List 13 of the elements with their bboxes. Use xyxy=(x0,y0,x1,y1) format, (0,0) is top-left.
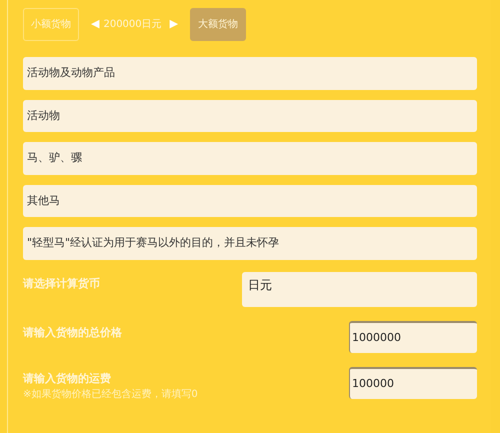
category-field[interactable]: 活动物及动物产品 xyxy=(23,57,477,90)
category-field[interactable]: "轻型马"经认证为用于赛马以外的目的，并且未怀孕 xyxy=(23,227,477,260)
category-field[interactable]: 活动物 xyxy=(23,100,477,132)
field-label: 请选择计算货币 xyxy=(23,276,100,292)
category-field[interactable]: 其他马 xyxy=(23,184,477,217)
category-field[interactable]: 马、驴、骡 xyxy=(23,142,477,174)
threshold-amount: 200000日元 xyxy=(103,18,162,32)
field-label: 请输入货物的总价格 xyxy=(23,324,122,340)
field-note: ※如果货物价格已经包含运费，请填写0 xyxy=(23,388,198,402)
currency-select[interactable]: 日元 xyxy=(242,272,477,306)
field-label: 请输入货物的运费 xyxy=(23,370,112,386)
number-input[interactable]: 1000000 xyxy=(349,320,477,352)
number-input[interactable]: 100000 xyxy=(349,366,477,398)
